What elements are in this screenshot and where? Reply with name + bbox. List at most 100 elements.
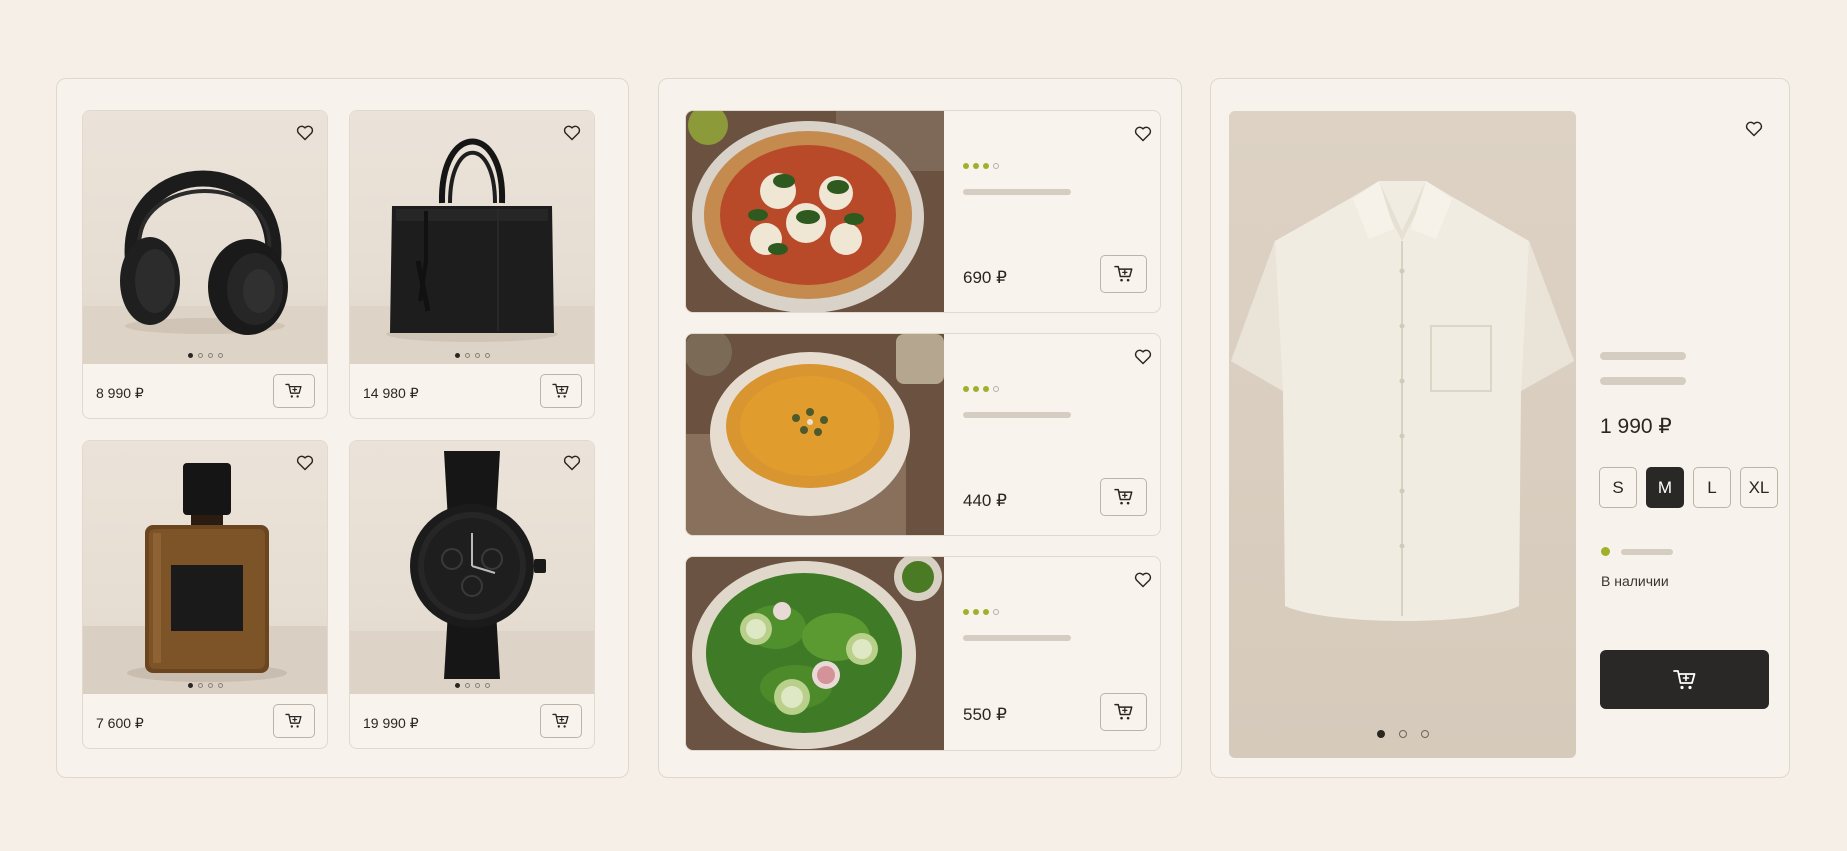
carousel-dot[interactable] — [484, 353, 490, 358]
watch-icon — [350, 451, 594, 694]
carousel-dot[interactable] — [1420, 730, 1429, 738]
product-price: 19 990 ₽ — [363, 715, 419, 731]
size-option-l[interactable]: L — [1693, 467, 1731, 508]
food-image[interactable] — [686, 334, 944, 535]
list-item[interactable]: 690 ₽ — [685, 110, 1161, 313]
tote-bag-icon — [350, 138, 594, 364]
list-item[interactable]: 550 ₽ — [685, 556, 1161, 751]
heart-icon[interactable] — [295, 123, 315, 143]
carousel-dot[interactable] — [464, 683, 470, 688]
rating-dot — [963, 609, 969, 615]
text-placeholder-bar — [1621, 549, 1673, 555]
heart-icon[interactable] — [562, 453, 582, 473]
carousel-dot[interactable] — [484, 683, 490, 688]
carousel-dot[interactable] — [1376, 730, 1385, 738]
heart-icon[interactable] — [562, 123, 582, 143]
product-card[interactable]: 14 980 ₽ — [349, 110, 595, 419]
text-placeholder-bar — [1600, 352, 1686, 360]
product-price: 7 600 ₽ — [96, 715, 144, 731]
carousel-dot[interactable] — [207, 683, 213, 688]
image-carousel-dots[interactable] — [83, 683, 327, 688]
carousel-dot[interactable] — [1398, 730, 1407, 738]
food-image[interactable] — [686, 557, 944, 750]
cart-icon — [552, 713, 569, 728]
text-placeholder-bar — [1600, 377, 1686, 385]
carousel-dot[interactable] — [474, 353, 480, 358]
image-carousel-dots[interactable] — [83, 353, 327, 358]
size-option-s[interactable]: S — [1599, 467, 1637, 508]
stock-status-label: В наличии — [1601, 573, 1669, 589]
rating-dot — [993, 163, 999, 169]
cart-icon — [552, 383, 569, 398]
image-carousel-dots[interactable] — [1229, 730, 1576, 738]
product-price: 14 980 ₽ — [363, 385, 419, 401]
carousel-dot[interactable] — [207, 353, 213, 358]
rating-dot — [973, 163, 979, 169]
list-item[interactable]: 440 ₽ — [685, 333, 1161, 536]
product-image[interactable] — [1229, 111, 1576, 758]
carousel-dot[interactable] — [217, 353, 223, 358]
rating-dots — [963, 386, 999, 392]
shirt-icon — [1231, 181, 1574, 621]
carousel-dot[interactable] — [217, 683, 223, 688]
food-image[interactable] — [686, 111, 944, 312]
carousel-dot[interactable] — [454, 683, 460, 688]
cart-icon — [1113, 488, 1133, 505]
cart-icon — [1672, 669, 1695, 689]
salad-icon — [686, 557, 944, 750]
heart-icon[interactable] — [1133, 347, 1153, 367]
rating-dot — [983, 609, 989, 615]
text-placeholder-bar — [963, 635, 1071, 641]
add-to-cart-button[interactable] — [1600, 650, 1769, 709]
heart-icon[interactable] — [1744, 119, 1764, 139]
product-image[interactable] — [83, 111, 327, 364]
product-image[interactable] — [83, 441, 327, 694]
image-carousel-dots[interactable] — [350, 353, 594, 358]
product-grid-panel: 8 990 ₽ 14 980 ₽ 7 600 ₽ 19 990 ₽ — [56, 78, 629, 778]
product-card[interactable]: 19 990 ₽ — [349, 440, 595, 749]
add-to-cart-button[interactable] — [273, 374, 315, 408]
carousel-dot[interactable] — [187, 353, 193, 358]
product-price: 8 990 ₽ — [96, 385, 144, 401]
food-price: 690 ₽ — [963, 268, 1007, 287]
stock-status-dot — [1601, 547, 1610, 556]
product-card[interactable]: 8 990 ₽ — [82, 110, 328, 419]
heart-icon[interactable] — [1133, 124, 1153, 144]
add-to-cart-button[interactable] — [1100, 478, 1147, 516]
cart-icon — [1113, 703, 1133, 720]
perfume-icon — [83, 463, 327, 694]
add-to-cart-button[interactable] — [540, 374, 582, 408]
add-to-cart-button[interactable] — [540, 704, 582, 738]
cart-icon — [1113, 265, 1133, 282]
carousel-dot[interactable] — [197, 683, 203, 688]
product-image[interactable] — [350, 111, 594, 364]
product-card[interactable]: 7 600 ₽ — [82, 440, 328, 749]
add-to-cart-button[interactable] — [273, 704, 315, 738]
rating-dot — [993, 609, 999, 615]
rating-dots — [963, 609, 999, 615]
carousel-dot[interactable] — [474, 683, 480, 688]
heart-icon[interactable] — [1133, 570, 1153, 590]
product-image[interactable] — [350, 441, 594, 694]
carousel-dot[interactable] — [197, 353, 203, 358]
size-option-xl[interactable]: XL — [1740, 467, 1778, 508]
image-carousel-dots[interactable] — [350, 683, 594, 688]
headphones-icon — [83, 170, 327, 364]
heart-icon[interactable] — [295, 453, 315, 473]
product-price: 1 990 ₽ — [1600, 415, 1672, 438]
soup-icon — [686, 334, 944, 535]
carousel-dot[interactable] — [464, 353, 470, 358]
rating-dots — [963, 163, 999, 169]
food-price: 550 ₽ — [963, 705, 1007, 724]
size-selector: S M L XL — [1599, 467, 1778, 508]
size-option-m[interactable]: M — [1646, 467, 1684, 508]
rating-dot — [973, 386, 979, 392]
carousel-dot[interactable] — [187, 683, 193, 688]
rating-dot — [983, 386, 989, 392]
add-to-cart-button[interactable] — [1100, 693, 1147, 731]
carousel-dot[interactable] — [454, 353, 460, 358]
add-to-cart-button[interactable] — [1100, 255, 1147, 293]
rating-dot — [963, 163, 969, 169]
cart-icon — [285, 713, 302, 728]
food-price: 440 ₽ — [963, 491, 1007, 510]
